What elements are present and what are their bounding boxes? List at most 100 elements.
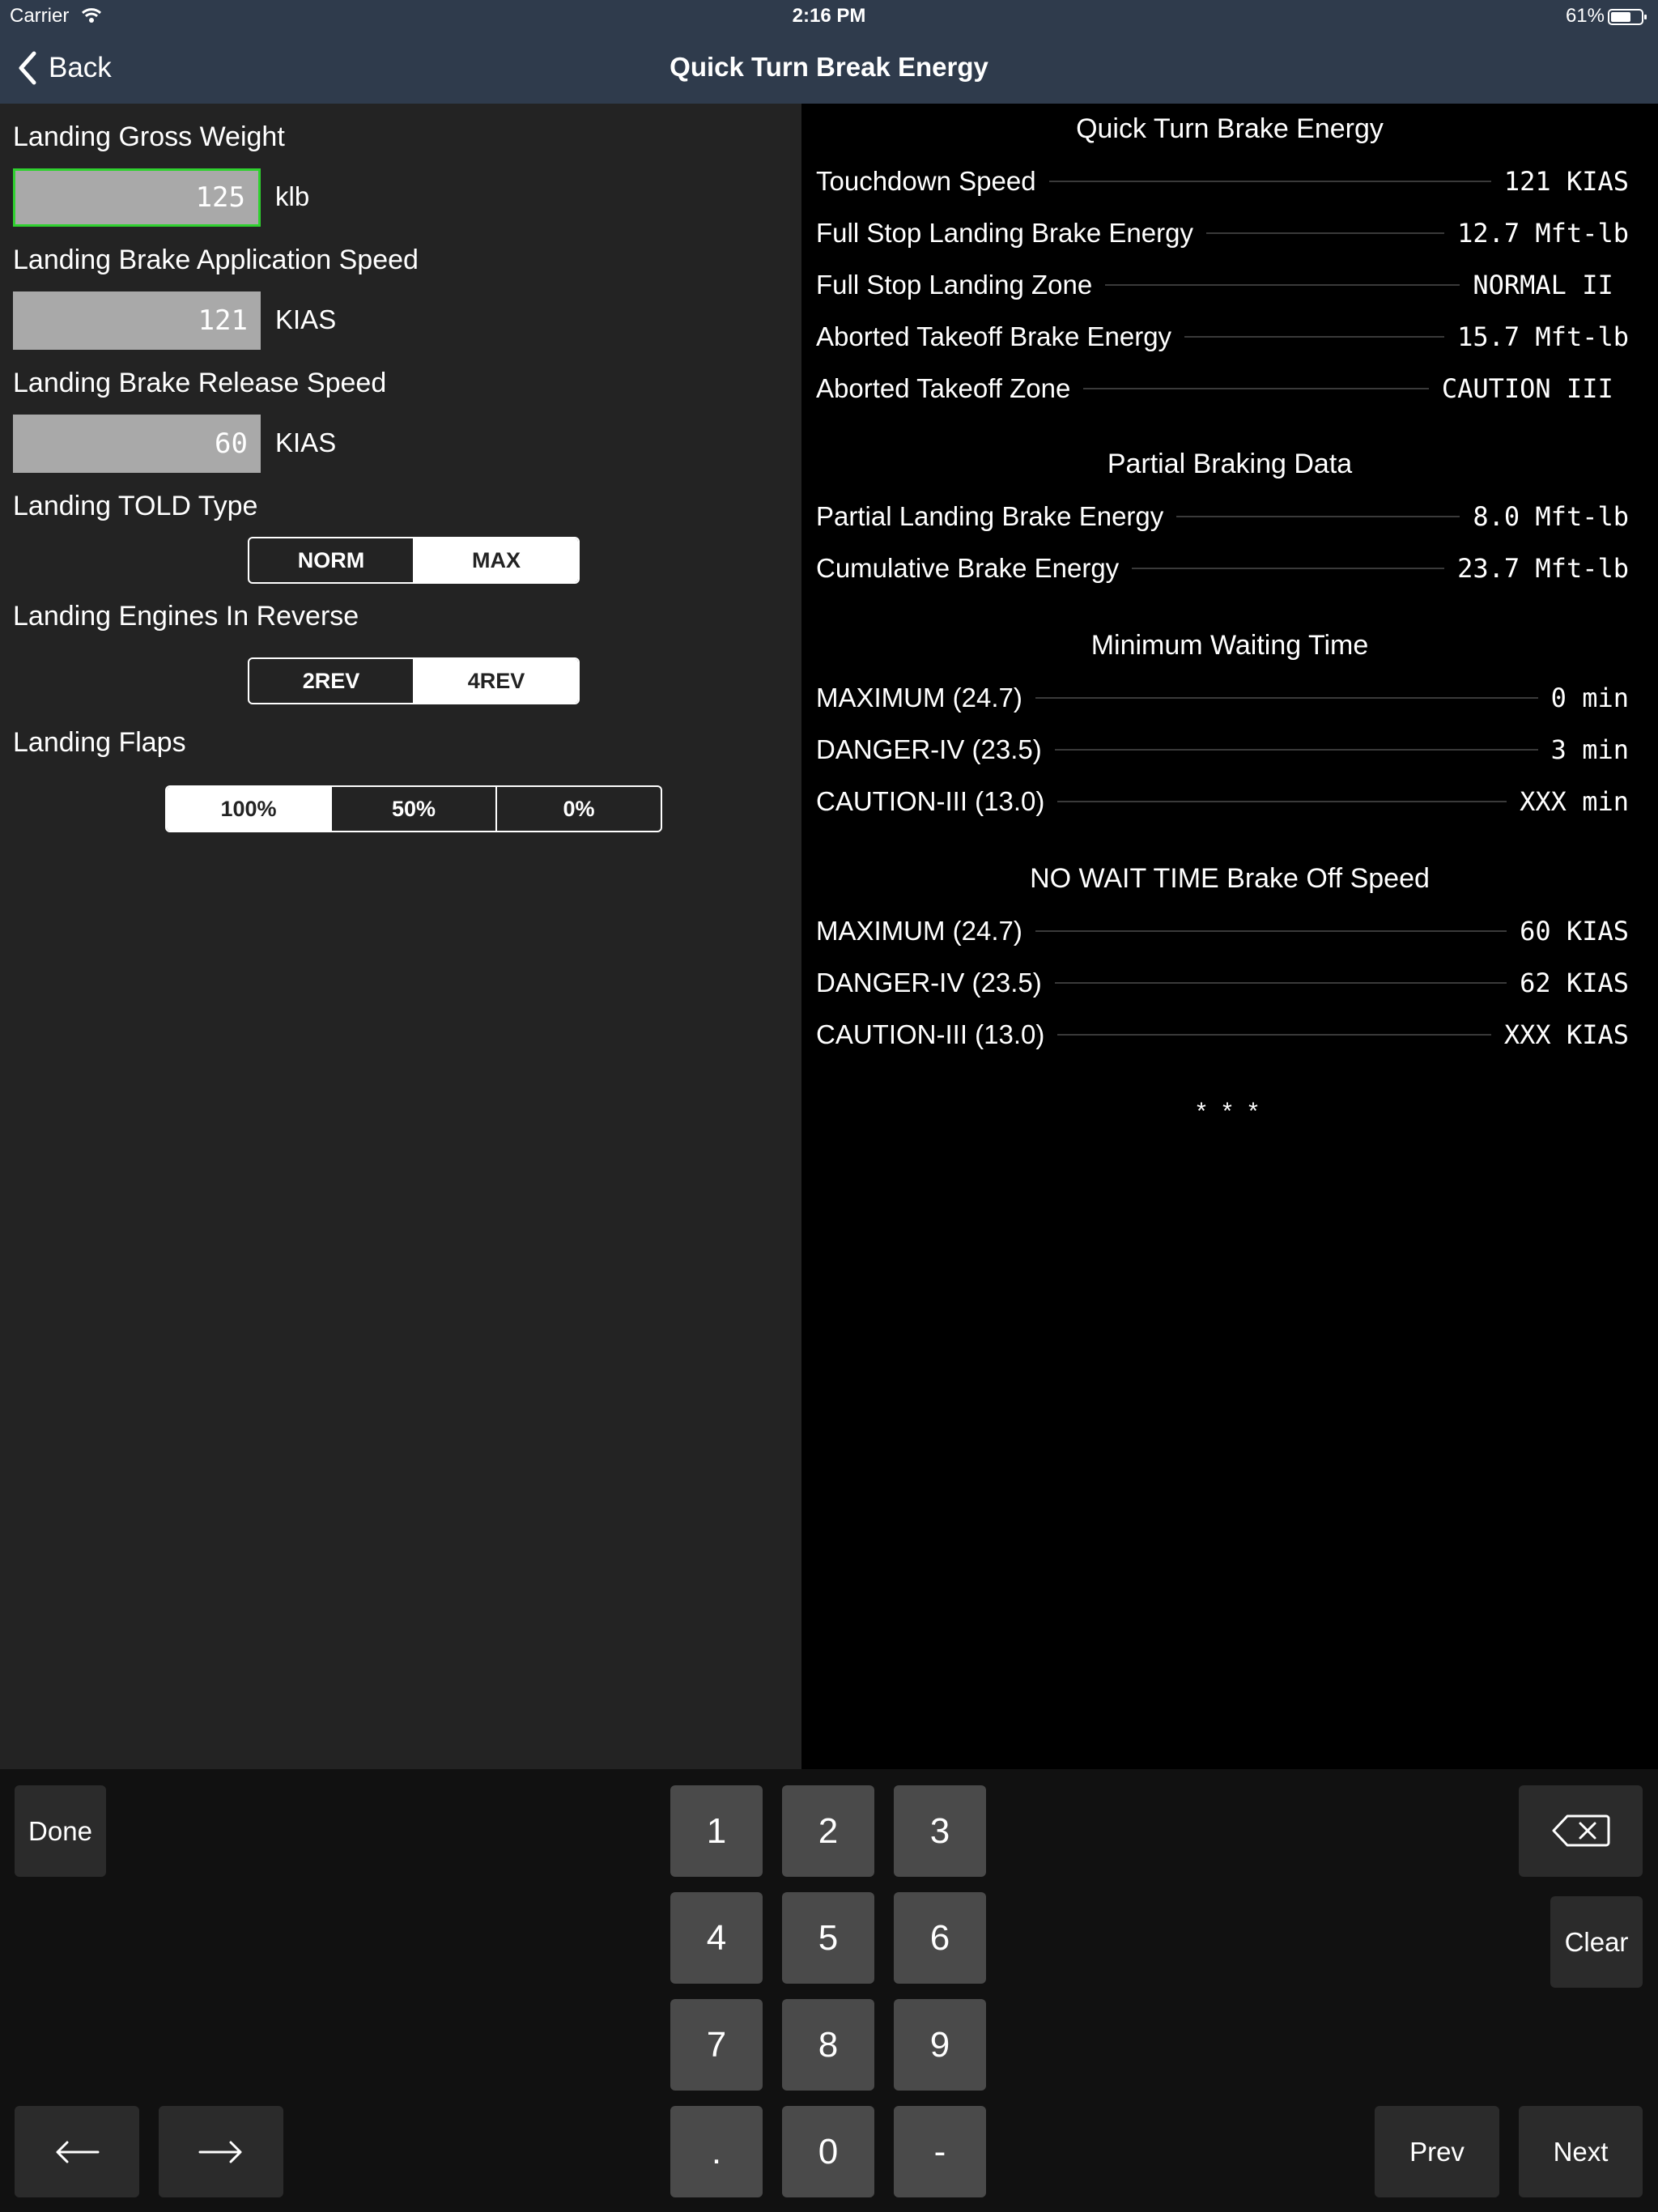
result-value: CAUTION III: [1441, 373, 1629, 404]
result-row: DANGER-IV (23.5) 62 KIAS: [816, 965, 1629, 1001]
result-value: XXX min: [1520, 786, 1629, 817]
result-row: Full Stop Landing Zone NORMAL II: [816, 267, 1629, 303]
key-5[interactable]: 5: [782, 1892, 874, 1984]
told-type-label: Landing TOLD Type: [13, 491, 258, 521]
gross-weight-input[interactable]: 125: [13, 168, 261, 227]
result-value: 8.0 Mft-lb: [1473, 501, 1629, 532]
flaps-segmented: 100% 50% 0%: [165, 785, 662, 832]
backspace-icon: [1552, 1814, 1609, 1847]
reverse-segmented: 2REV 4REV: [248, 657, 580, 704]
key-decimal[interactable]: .: [670, 2106, 763, 2197]
application-speed-input[interactable]: 121: [13, 291, 261, 350]
result-label: Touchdown Speed: [816, 166, 1036, 196]
key-6[interactable]: 6: [894, 1892, 986, 1984]
reverse-label: Landing Engines In Reverse: [13, 601, 359, 632]
release-speed-unit: KIAS: [275, 428, 337, 457]
key-0[interactable]: 0: [782, 2106, 874, 2197]
key-3[interactable]: 3: [894, 1785, 986, 1877]
battery-icon: [1608, 9, 1647, 25]
reverse-2rev[interactable]: 2REV: [249, 659, 413, 703]
leader-line: [1184, 336, 1445, 338]
leader-line: [1057, 801, 1507, 802]
partial-section-title: Partial Braking Data: [1107, 449, 1353, 479]
leader-line: [1048, 181, 1491, 182]
gross-weight-unit: klb: [275, 181, 310, 211]
result-value: 0 min: [1550, 683, 1629, 713]
result-label: CAUTION-III (13.0): [816, 786, 1045, 816]
result-value: 3 min: [1550, 734, 1629, 765]
leader-line: [1176, 516, 1460, 517]
result-value: 15.7 Mft-lb: [1457, 321, 1629, 352]
result-row: CAUTION-III (13.0) XXX KIAS: [816, 1017, 1629, 1053]
clear-button[interactable]: Clear: [1550, 1896, 1643, 1988]
application-speed-label: Landing Brake Application Speed: [13, 245, 419, 275]
next-button[interactable]: Next: [1519, 2106, 1643, 2197]
nowait-section-title: NO WAIT TIME Brake Off Speed: [1030, 863, 1430, 894]
told-type-norm[interactable]: NORM: [249, 538, 413, 582]
key-1[interactable]: 1: [670, 1785, 763, 1877]
result-label: Aborted Takeoff Brake Energy: [816, 321, 1172, 351]
result-label: Full Stop Landing Brake Energy: [816, 218, 1193, 248]
leader-line: [1105, 284, 1460, 286]
gross-weight-label: Landing Gross Weight: [13, 121, 285, 152]
leader-line: [1035, 697, 1538, 699]
flaps-100[interactable]: 100%: [167, 787, 330, 831]
result-row: CAUTION-III (13.0) XXX min: [816, 784, 1629, 819]
result-row: DANGER-IV (23.5) 3 min: [816, 732, 1629, 768]
page-title: Quick Turn Break Energy: [670, 52, 988, 82]
key-8[interactable]: 8: [782, 1999, 874, 2091]
result-label: DANGER-IV (23.5): [816, 968, 1042, 998]
wait-section-title: Minimum Waiting Time: [1090, 630, 1369, 661]
result-value: 121 KIAS: [1503, 166, 1629, 197]
flaps-50[interactable]: 50%: [330, 787, 495, 831]
numeric-keyboard: Done Clear 1 2 3 4 5 6 7 8 9 . 0 - Prev …: [0, 1769, 1658, 2212]
result-label: Cumulative Brake Energy: [816, 553, 1120, 583]
backspace-button[interactable]: [1519, 1785, 1643, 1877]
result-label: Aborted Takeoff Zone: [816, 373, 1071, 403]
arrow-left-icon: [56, 2141, 100, 2163]
results-panel: Quick Turn Brake Energy Touchdown Speed 1…: [801, 104, 1658, 1769]
status-battery: 61%: [1565, 5, 1605, 27]
done-button[interactable]: Done: [15, 1785, 106, 1877]
prev-button[interactable]: Prev: [1375, 2106, 1499, 2197]
energy-section-title: Quick Turn Brake Energy: [1076, 113, 1384, 144]
leader-line: [1057, 1034, 1491, 1036]
result-row: Aborted Takeoff Brake Energy 15.7 Mft-lb: [816, 319, 1629, 355]
status-time: 2:16 PM: [792, 5, 866, 27]
input-panel: Landing Gross Weight 125 klb Landing Bra…: [0, 104, 801, 1769]
key-minus[interactable]: -: [894, 2106, 986, 2197]
told-type-max[interactable]: MAX: [413, 538, 578, 582]
result-value: 23.7 Mft-lb: [1457, 553, 1629, 584]
result-value: 12.7 Mft-lb: [1457, 218, 1629, 249]
result-value: 60 KIAS: [1520, 916, 1629, 946]
reverse-4rev[interactable]: 4REV: [413, 659, 578, 703]
leader-line: [1035, 930, 1507, 932]
key-7[interactable]: 7: [670, 1999, 763, 2091]
leader-line: [1205, 232, 1445, 234]
result-label: MAXIMUM (24.7): [816, 916, 1022, 946]
result-row: Partial Landing Brake Energy 8.0 Mft-lb: [816, 499, 1629, 534]
result-label: DANGER-IV (23.5): [816, 734, 1042, 764]
result-label: Partial Landing Brake Energy: [816, 501, 1164, 531]
cursor-right-button[interactable]: [159, 2106, 283, 2197]
result-row: MAXIMUM (24.7) 0 min: [816, 680, 1629, 716]
result-label: Full Stop Landing Zone: [816, 270, 1093, 300]
leader-line: [1054, 749, 1538, 751]
flaps-label: Landing Flaps: [13, 727, 186, 758]
result-row: MAXIMUM (24.7) 60 KIAS: [816, 913, 1629, 949]
result-label: CAUTION-III (13.0): [816, 1019, 1045, 1049]
application-speed-unit: KIAS: [275, 304, 337, 334]
leader-line: [1132, 568, 1445, 569]
key-2[interactable]: 2: [782, 1785, 874, 1877]
flaps-0[interactable]: 0%: [495, 787, 661, 831]
result-value: NORMAL II: [1473, 270, 1629, 300]
arrow-right-icon: [198, 2141, 242, 2163]
cursor-left-button[interactable]: [15, 2106, 139, 2197]
result-row: Full Stop Landing Brake Energy 12.7 Mft-l…: [816, 215, 1629, 251]
result-row: Touchdown Speed 121 KIAS: [816, 164, 1629, 199]
leader-line: [1083, 388, 1429, 389]
key-4[interactable]: 4: [670, 1892, 763, 1984]
result-row: Aborted Takeoff Zone CAUTION III: [816, 371, 1629, 406]
release-speed-input[interactable]: 60: [13, 415, 261, 473]
key-9[interactable]: 9: [894, 1999, 986, 2091]
